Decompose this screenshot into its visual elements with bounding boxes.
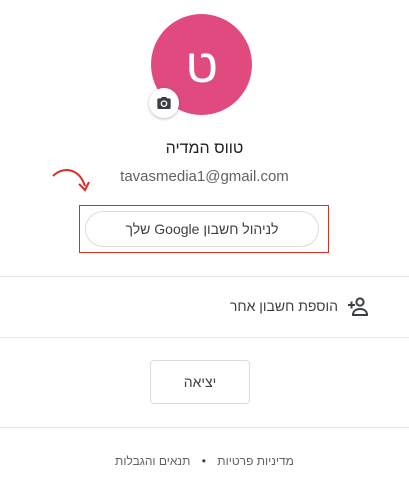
avatar-letter: ט bbox=[184, 34, 219, 95]
person-add-icon bbox=[347, 296, 371, 323]
manage-account-label: לניהול חשבון Google שלך bbox=[125, 221, 279, 237]
terms-link[interactable]: תנאים והגבלות bbox=[115, 454, 190, 468]
divider-middle bbox=[0, 337, 409, 338]
change-photo-button[interactable] bbox=[149, 88, 179, 118]
sign-out-label: יציאה bbox=[183, 374, 217, 390]
account-name: טווס המדיה bbox=[165, 140, 244, 157]
sign-out-button[interactable]: יציאה bbox=[150, 360, 250, 404]
manage-account-button[interactable]: לניהול חשבון Google שלך bbox=[85, 211, 319, 247]
add-account-label: הוספת חשבון אחר bbox=[229, 298, 338, 314]
footer-separator: • bbox=[201, 454, 206, 468]
privacy-policy-link[interactable]: מדיניות פרטיות bbox=[217, 454, 294, 468]
red-arrow-annotation bbox=[52, 169, 90, 192]
camera-icon bbox=[157, 97, 171, 109]
footer-links: מדיניות פרטיות • תנאים והגבלות bbox=[0, 454, 409, 468]
add-account-row[interactable]: הוספת חשבון אחר bbox=[0, 277, 409, 337]
divider-bottom bbox=[0, 427, 409, 428]
